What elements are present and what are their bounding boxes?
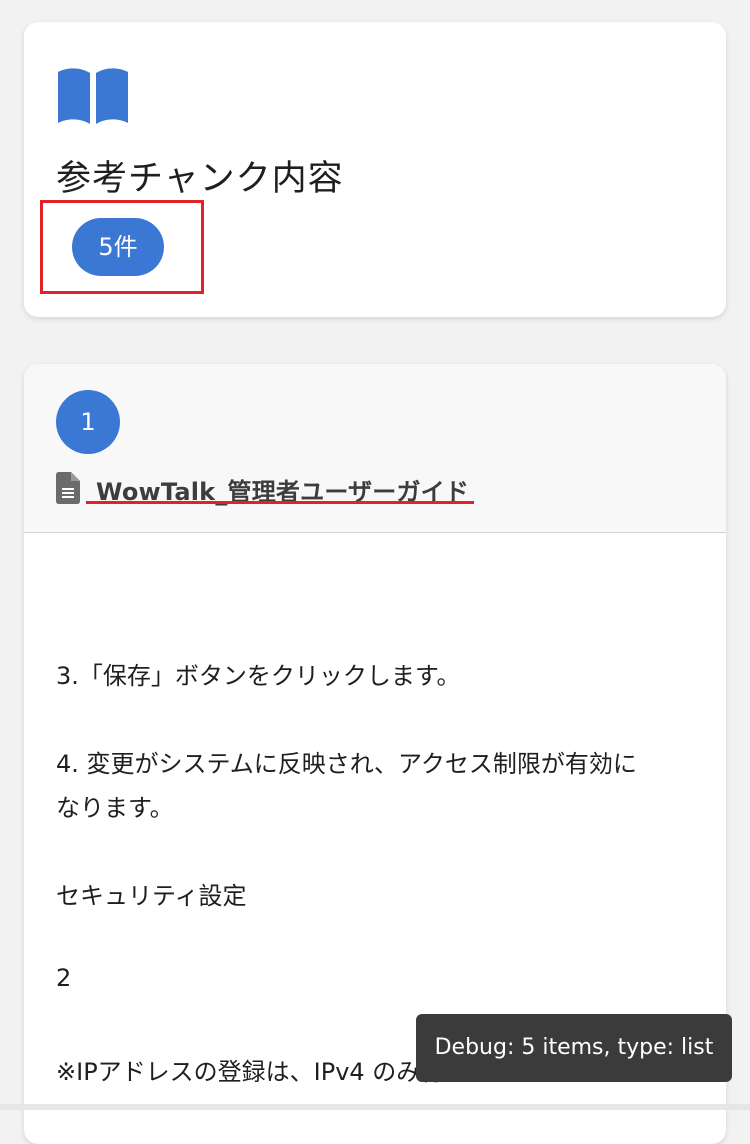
debug-toast: Debug: 5 items, type: list: [416, 1014, 732, 1082]
chunk-number-badge: 1: [56, 390, 120, 454]
bottom-edge: [0, 1104, 750, 1110]
chunk-line: 3.「保存」ボタンをクリックします。: [56, 662, 461, 690]
document-title-underline-annotation: [86, 501, 474, 504]
chunk-line: なります。: [56, 794, 174, 822]
book-open-icon: [58, 68, 128, 124]
chunk-header: 1 WowTalk_管理者ユーザーガイド: [24, 364, 726, 533]
chunk-line: 4. 変更がシステムに反映され、アクセス制限が有効に: [56, 750, 637, 778]
count-badge: 5件: [72, 218, 164, 276]
chunk-line: 2: [56, 964, 72, 992]
reference-chunks-header-card: 参考チャンク内容 5件: [24, 22, 726, 317]
chunk-line: セキュリティ設定: [56, 882, 247, 910]
page-title: 参考チャンク内容: [56, 159, 344, 199]
document-icon: [56, 472, 80, 504]
